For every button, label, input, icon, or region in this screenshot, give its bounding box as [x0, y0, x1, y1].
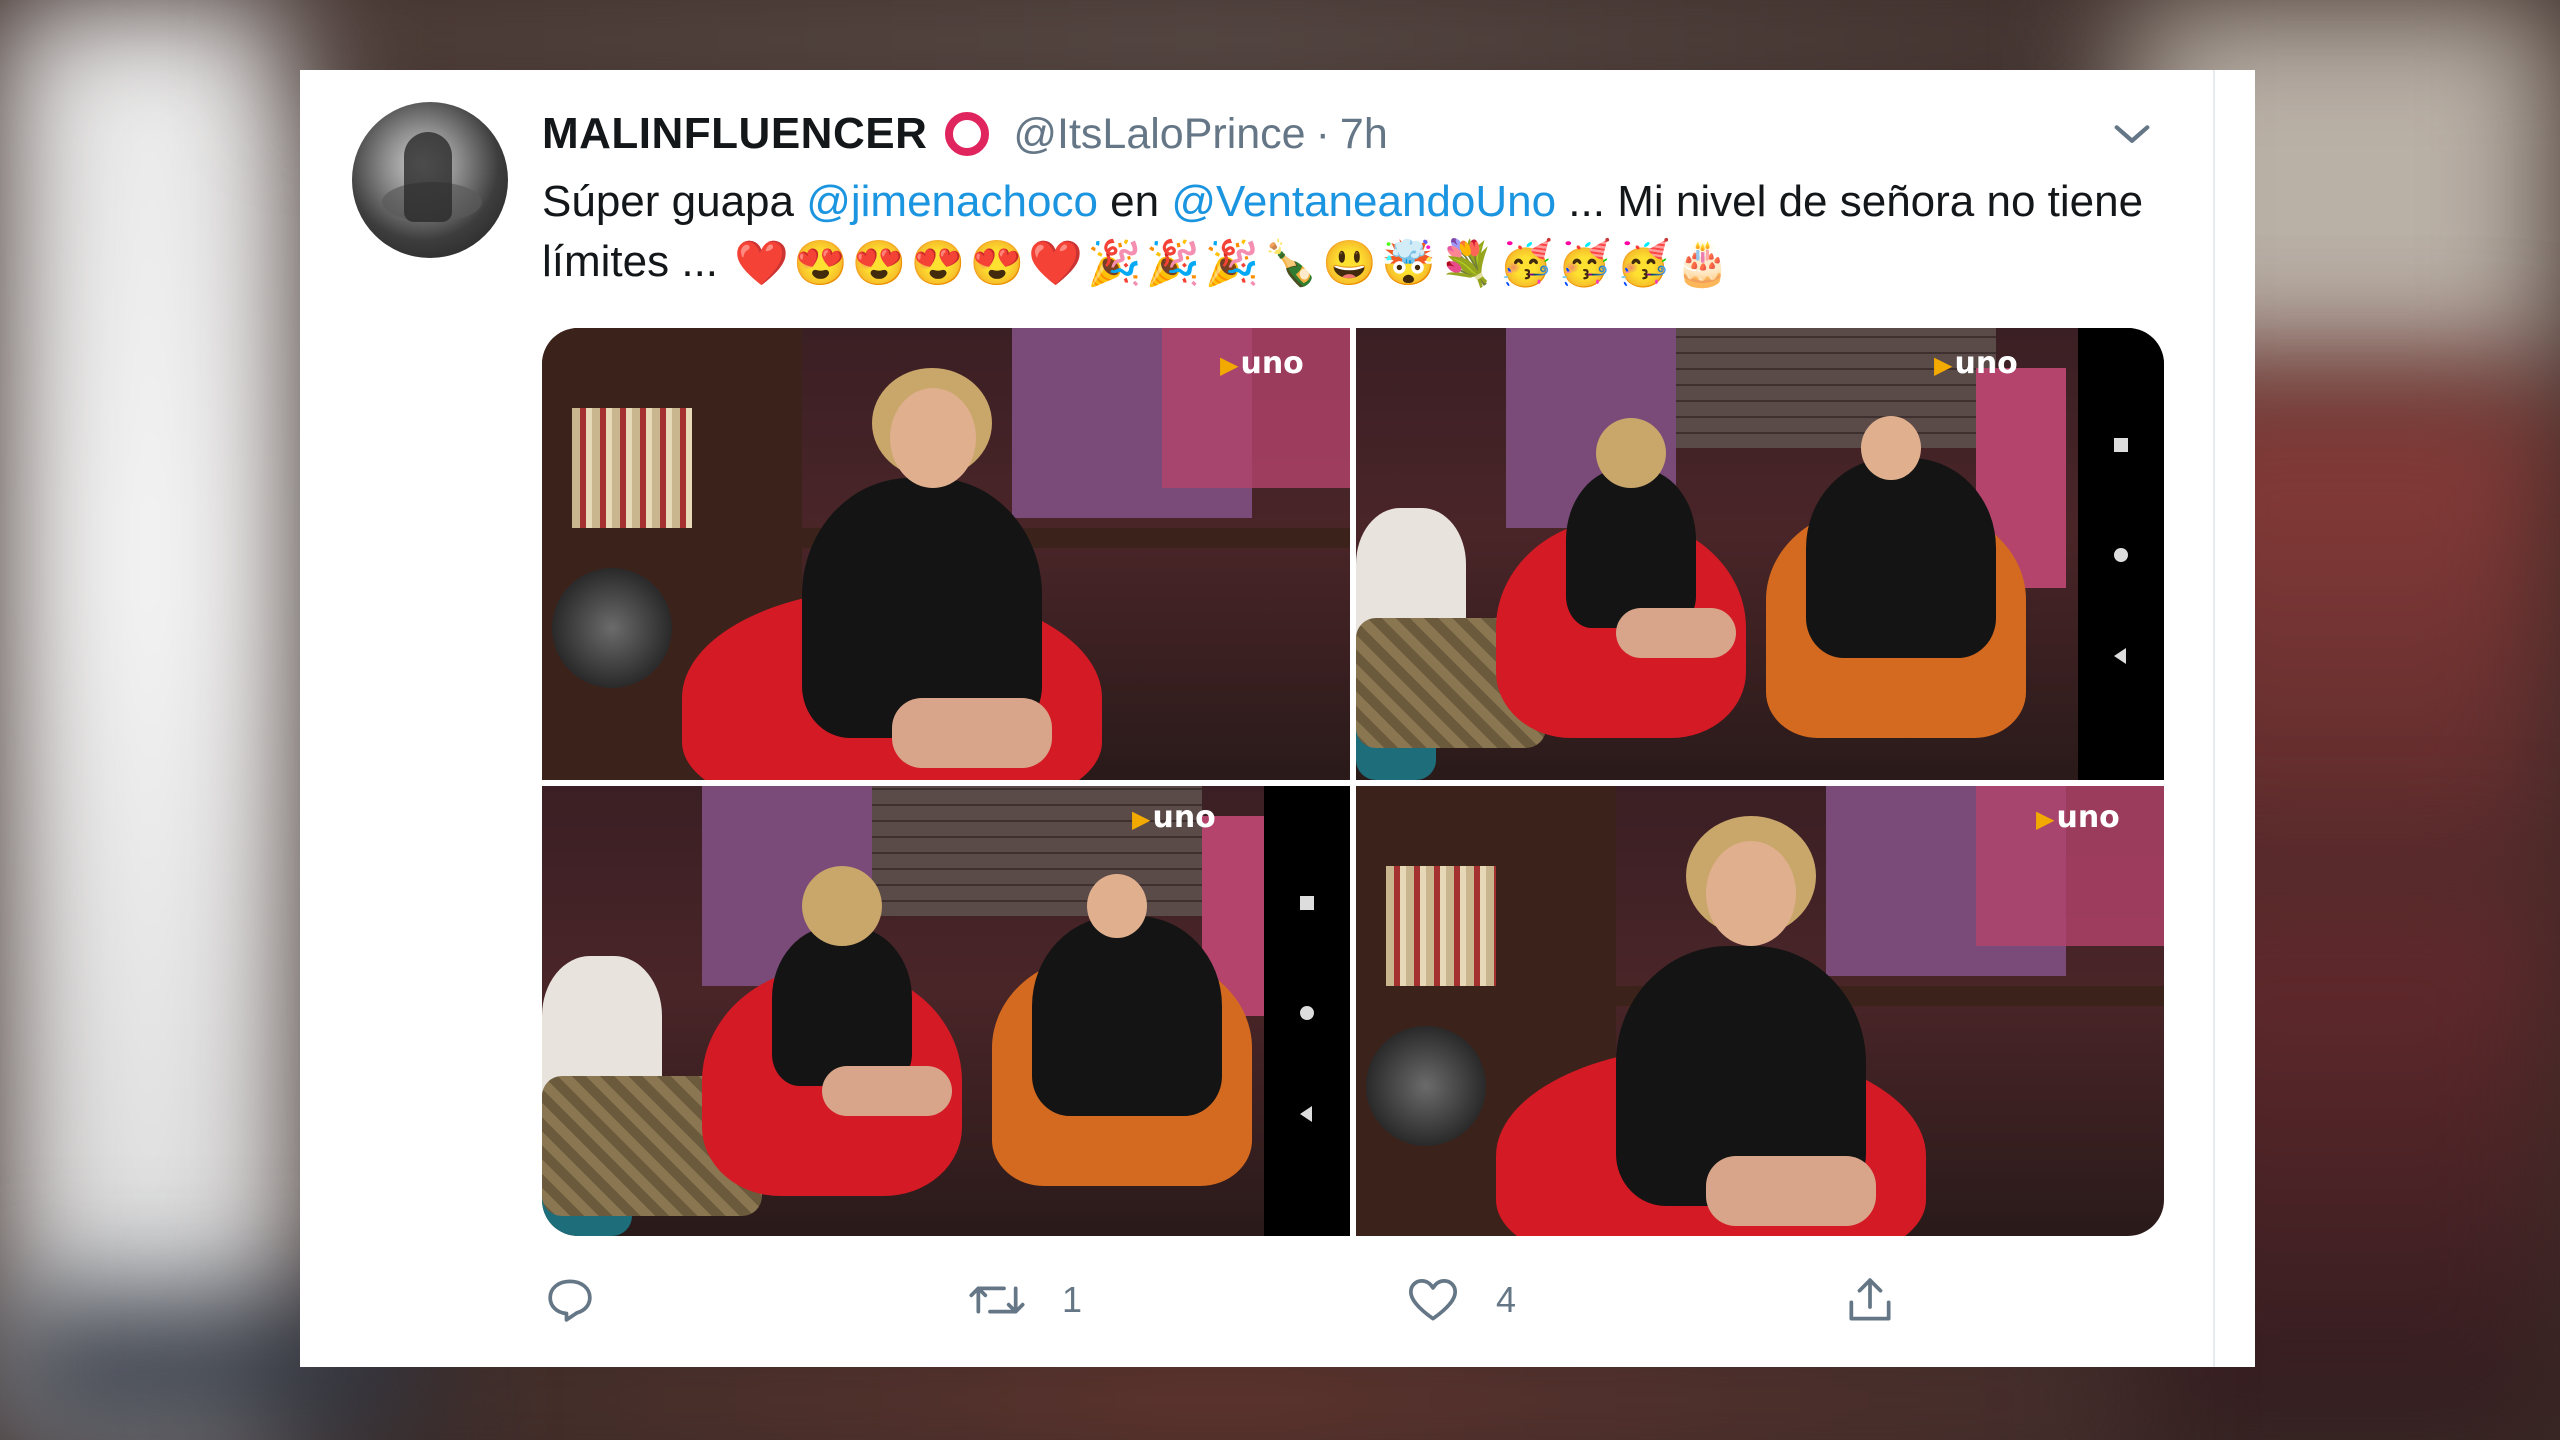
emoji: 😃: [1322, 239, 1378, 289]
emoji: 😍: [969, 239, 1025, 289]
emoji: 😍: [793, 239, 848, 289]
media-photo[interactable]: ▶uno: [542, 328, 1350, 780]
emoji: 🍾: [1263, 239, 1319, 289]
emoji: 🥳: [1557, 239, 1613, 289]
tweet-header: MALINFLUENCER @ItsLaloPrince · 7h: [542, 102, 1388, 166]
tweet-text-part: en: [1097, 177, 1172, 226]
reply-icon: [548, 1279, 592, 1322]
media-photo[interactable]: ▶uno: [1356, 328, 2164, 780]
channel-logo: uno: [1152, 800, 1216, 835]
retweet-count: 1: [1062, 1279, 1083, 1320]
retweet-icon: [969, 1286, 1025, 1314]
timeline-divider: [2213, 70, 2215, 1367]
emoji: 😍: [851, 239, 907, 289]
channel-logo: uno: [1954, 346, 2018, 381]
emoji: 🎉: [1087, 239, 1142, 289]
channel-logo: uno: [2056, 800, 2120, 835]
chevron-down-icon[interactable]: [2109, 112, 2155, 158]
emoji: 🥳: [1498, 239, 1554, 289]
avatar[interactable]: [352, 102, 508, 258]
media-photo[interactable]: ▶uno: [542, 786, 1350, 1236]
heart-icon: [1408, 1279, 1458, 1321]
emoji: 🥳: [1616, 239, 1671, 289]
tweet-text: Súper guapa @jimenachoco en @Ventaneando…: [542, 172, 2182, 294]
media-grid: ▶uno ▶uno ▶uno ▶uno: [542, 328, 2164, 1236]
mention-link[interactable]: @VentaneandoUno: [1171, 177, 1556, 226]
emoji: 🎉: [1145, 239, 1201, 289]
mention-link[interactable]: @jimenachoco: [806, 177, 1098, 226]
share-icon: [1849, 1278, 1891, 1321]
tweet-card: MALINFLUENCER @ItsLaloPrince · 7h Súper …: [300, 70, 2255, 1367]
emoji: 🎉: [1204, 239, 1260, 289]
share-button[interactable]: [1842, 1265, 1898, 1335]
reply-button[interactable]: [542, 1265, 598, 1335]
emoji: 🤯: [1381, 239, 1436, 289]
ring-badge-icon: [945, 112, 990, 156]
media-photo[interactable]: ▶uno: [1356, 786, 2164, 1236]
emoji: 😍: [910, 239, 966, 289]
user-handle[interactable]: @ItsLaloPrince: [1013, 110, 1305, 159]
separator-dot: ·: [1315, 109, 1330, 158]
tweet-time[interactable]: 7h: [1340, 110, 1388, 159]
emoji: 🎂: [1675, 239, 1730, 289]
retweet-button[interactable]: 1: [966, 1265, 1082, 1335]
emoji-row: ❤️😍😍😍😍❤️🎉🎉🎉🍾😃🤯💐🥳🥳🥳🎂: [730, 237, 1730, 288]
tweet-text-part: Súper guapa: [542, 177, 807, 226]
like-button[interactable]: 4: [1404, 1265, 1516, 1335]
emoji: 💐: [1439, 239, 1495, 289]
emoji: ❤️: [734, 239, 790, 289]
emoji: ❤️: [1028, 239, 1084, 289]
tweet-actions: 1 4: [542, 1265, 2182, 1335]
like-count: 4: [1496, 1279, 1517, 1320]
display-name[interactable]: MALINFLUENCER: [542, 109, 927, 159]
channel-logo: uno: [1240, 346, 1304, 381]
